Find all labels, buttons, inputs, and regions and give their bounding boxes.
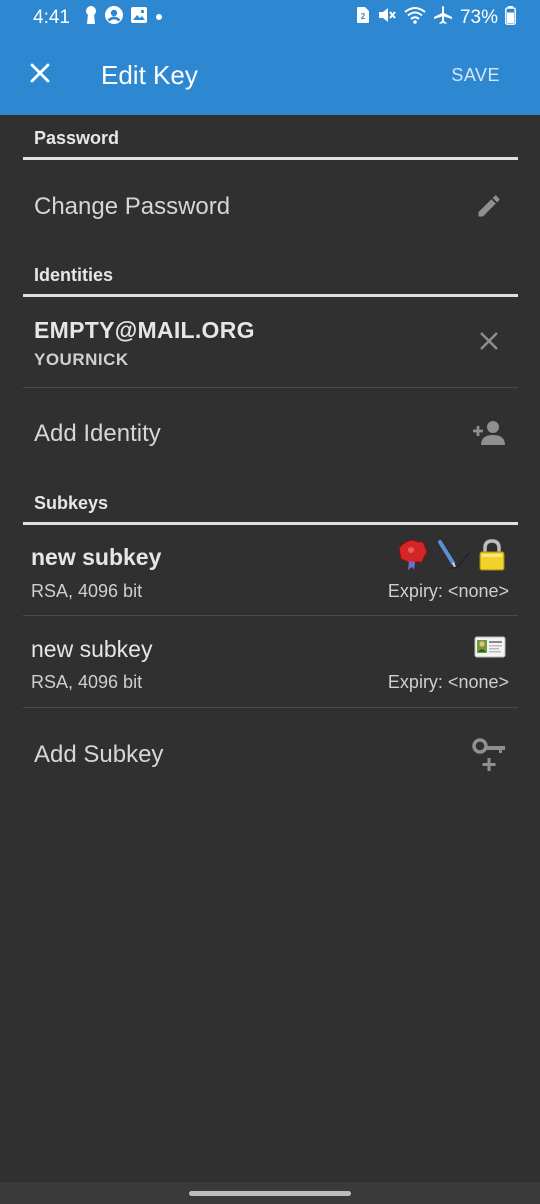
sign-pen-icon — [436, 539, 470, 576]
page-title: Edit Key — [101, 60, 198, 90]
subkey-flags — [398, 539, 506, 576]
home-handle[interactable] — [189, 1191, 351, 1196]
sim-icon: 2 — [356, 6, 370, 29]
status-icons-left — [84, 5, 164, 30]
add-subkey-button[interactable] — [470, 737, 508, 777]
add-key-icon — [472, 737, 506, 777]
wifi-icon — [404, 6, 426, 29]
airplane-icon — [433, 5, 453, 30]
status-left: 4:41 — [33, 5, 164, 30]
subkey-expiry: Expiry: <none> — [387, 581, 509, 601]
close-icon — [28, 61, 52, 90]
certify-seal-icon — [398, 539, 428, 576]
status-time: 4:41 — [33, 6, 70, 28]
add-subkey-label: Add Subkey — [34, 741, 164, 768]
dot-icon — [154, 9, 164, 27]
close-icon — [478, 330, 500, 357]
status-bar: 4:41 2 73% — [0, 0, 540, 35]
gesture-nav-bar — [0, 1182, 540, 1204]
status-right: 2 73% — [356, 5, 516, 30]
save-button[interactable]: SAVE — [451, 63, 500, 87]
subkey-flags — [474, 635, 506, 664]
account-icon — [104, 5, 124, 30]
remove-identity-button[interactable] — [474, 328, 504, 358]
keyhole-icon — [84, 5, 98, 30]
change-password-label: Change Password — [34, 193, 231, 220]
battery-percent: 73% — [459, 6, 498, 28]
subkey-expiry: Expiry: <none> — [387, 672, 509, 692]
subkey-title: new subkey — [31, 544, 162, 570]
add-person-icon — [472, 419, 506, 452]
image-icon — [130, 6, 148, 29]
edit-password-button[interactable] — [472, 191, 506, 225]
battery-icon — [505, 5, 516, 30]
identity-nick: YOURNICK — [34, 350, 129, 369]
authenticate-card-icon — [474, 635, 506, 664]
change-password-row[interactable]: Change Password — [0, 160, 540, 255]
identity-email: EMPTY@MAIL.ORG — [34, 317, 255, 343]
pencil-icon — [475, 192, 503, 225]
subkey-algorithm: RSA, 4096 bit — [31, 672, 143, 692]
section-header-password: Password — [34, 128, 120, 148]
add-subkey-row[interactable]: Add Subkey — [0, 708, 540, 800]
section-header-identities: Identities — [34, 265, 114, 285]
add-identity-row[interactable]: Add Identity — [0, 388, 540, 480]
svg-text:2: 2 — [361, 12, 366, 21]
app-bar: Edit Key SAVE — [0, 35, 540, 115]
encrypt-lock-icon — [478, 539, 506, 576]
add-identity-button[interactable] — [470, 418, 508, 452]
subkey-algorithm: RSA, 4096 bit — [31, 581, 143, 601]
close-button[interactable] — [22, 57, 58, 93]
section-header-subkeys: Subkeys — [34, 493, 109, 513]
subkey-title: new subkey — [31, 636, 153, 662]
add-identity-label: Add Identity — [34, 420, 161, 447]
mute-icon — [377, 6, 397, 29]
